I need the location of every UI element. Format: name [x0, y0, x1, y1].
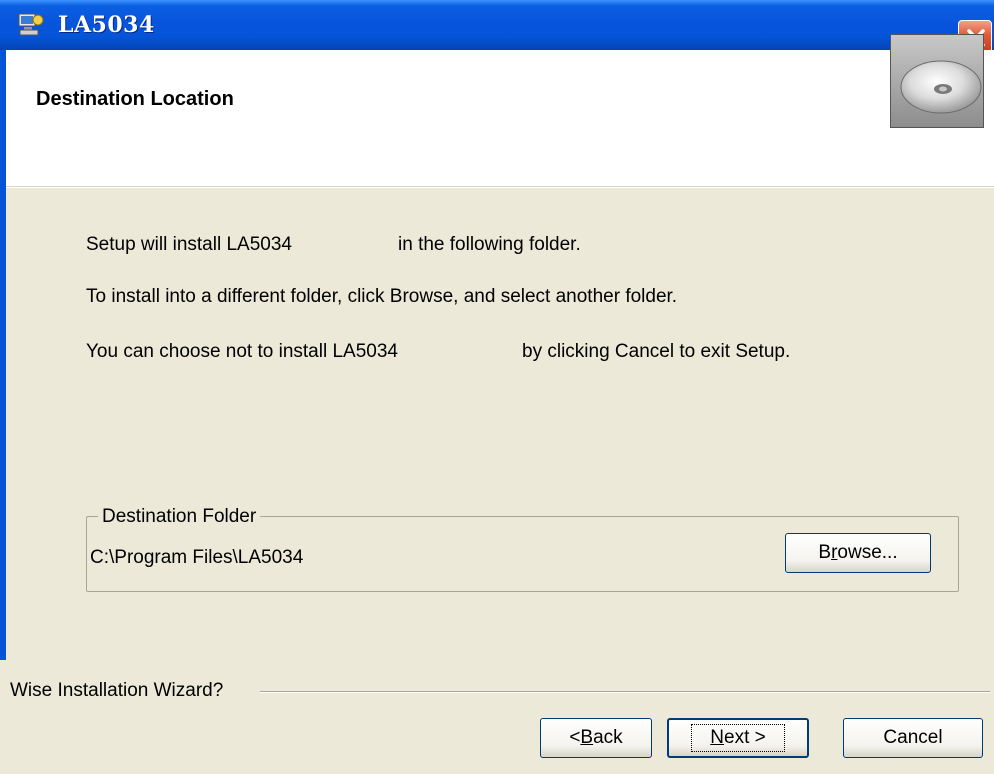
browse-label-post: owse...: [837, 542, 898, 563]
page-title: Destination Location: [36, 88, 234, 110]
wizard-brand-label: Wise Installation Wizard?: [10, 680, 232, 702]
next-focus-ring: Next >: [691, 724, 785, 752]
destination-path: C:\Program Files\LA5034: [90, 547, 304, 568]
header-divider: [6, 186, 994, 188]
installer-icon: [16, 10, 44, 38]
install-info-text: Setup will install LA5034: [86, 234, 292, 255]
browse-label-pre: B: [818, 542, 832, 563]
back-label-post: ack: [593, 727, 623, 748]
setup-window: LA5034 Destination Location Setup will i…: [0, 0, 994, 774]
footer-divider: [260, 691, 990, 693]
title-bar[interactable]: LA5034: [0, 0, 994, 50]
destination-folder-label: Destination Folder: [98, 506, 261, 528]
back-label-pre: <: [569, 727, 581, 748]
back-button[interactable]: < Back: [540, 718, 652, 758]
back-label-mnemonic: B: [580, 727, 594, 748]
install-info-text-suffix: in the following folder.: [398, 234, 581, 255]
next-label-mnemonic: N: [710, 727, 724, 748]
cancel-label: Cancel: [883, 727, 943, 748]
cd-disc-icon: [890, 34, 984, 128]
cancel-button[interactable]: Cancel: [843, 718, 983, 758]
browse-button[interactable]: Br owse...: [785, 533, 931, 573]
cancel-hint-text: You can choose not to install LA5034: [86, 341, 398, 362]
next-label-post: ext >: [724, 727, 766, 748]
browse-hint-text: To install into a different folder, clic…: [86, 286, 678, 307]
next-button[interactable]: Next >: [667, 718, 809, 758]
cancel-hint-text-suffix: by clicking Cancel to exit Setup.: [522, 341, 791, 362]
window-title: LA5034: [58, 12, 155, 38]
header-panel: Destination Location: [6, 50, 994, 186]
